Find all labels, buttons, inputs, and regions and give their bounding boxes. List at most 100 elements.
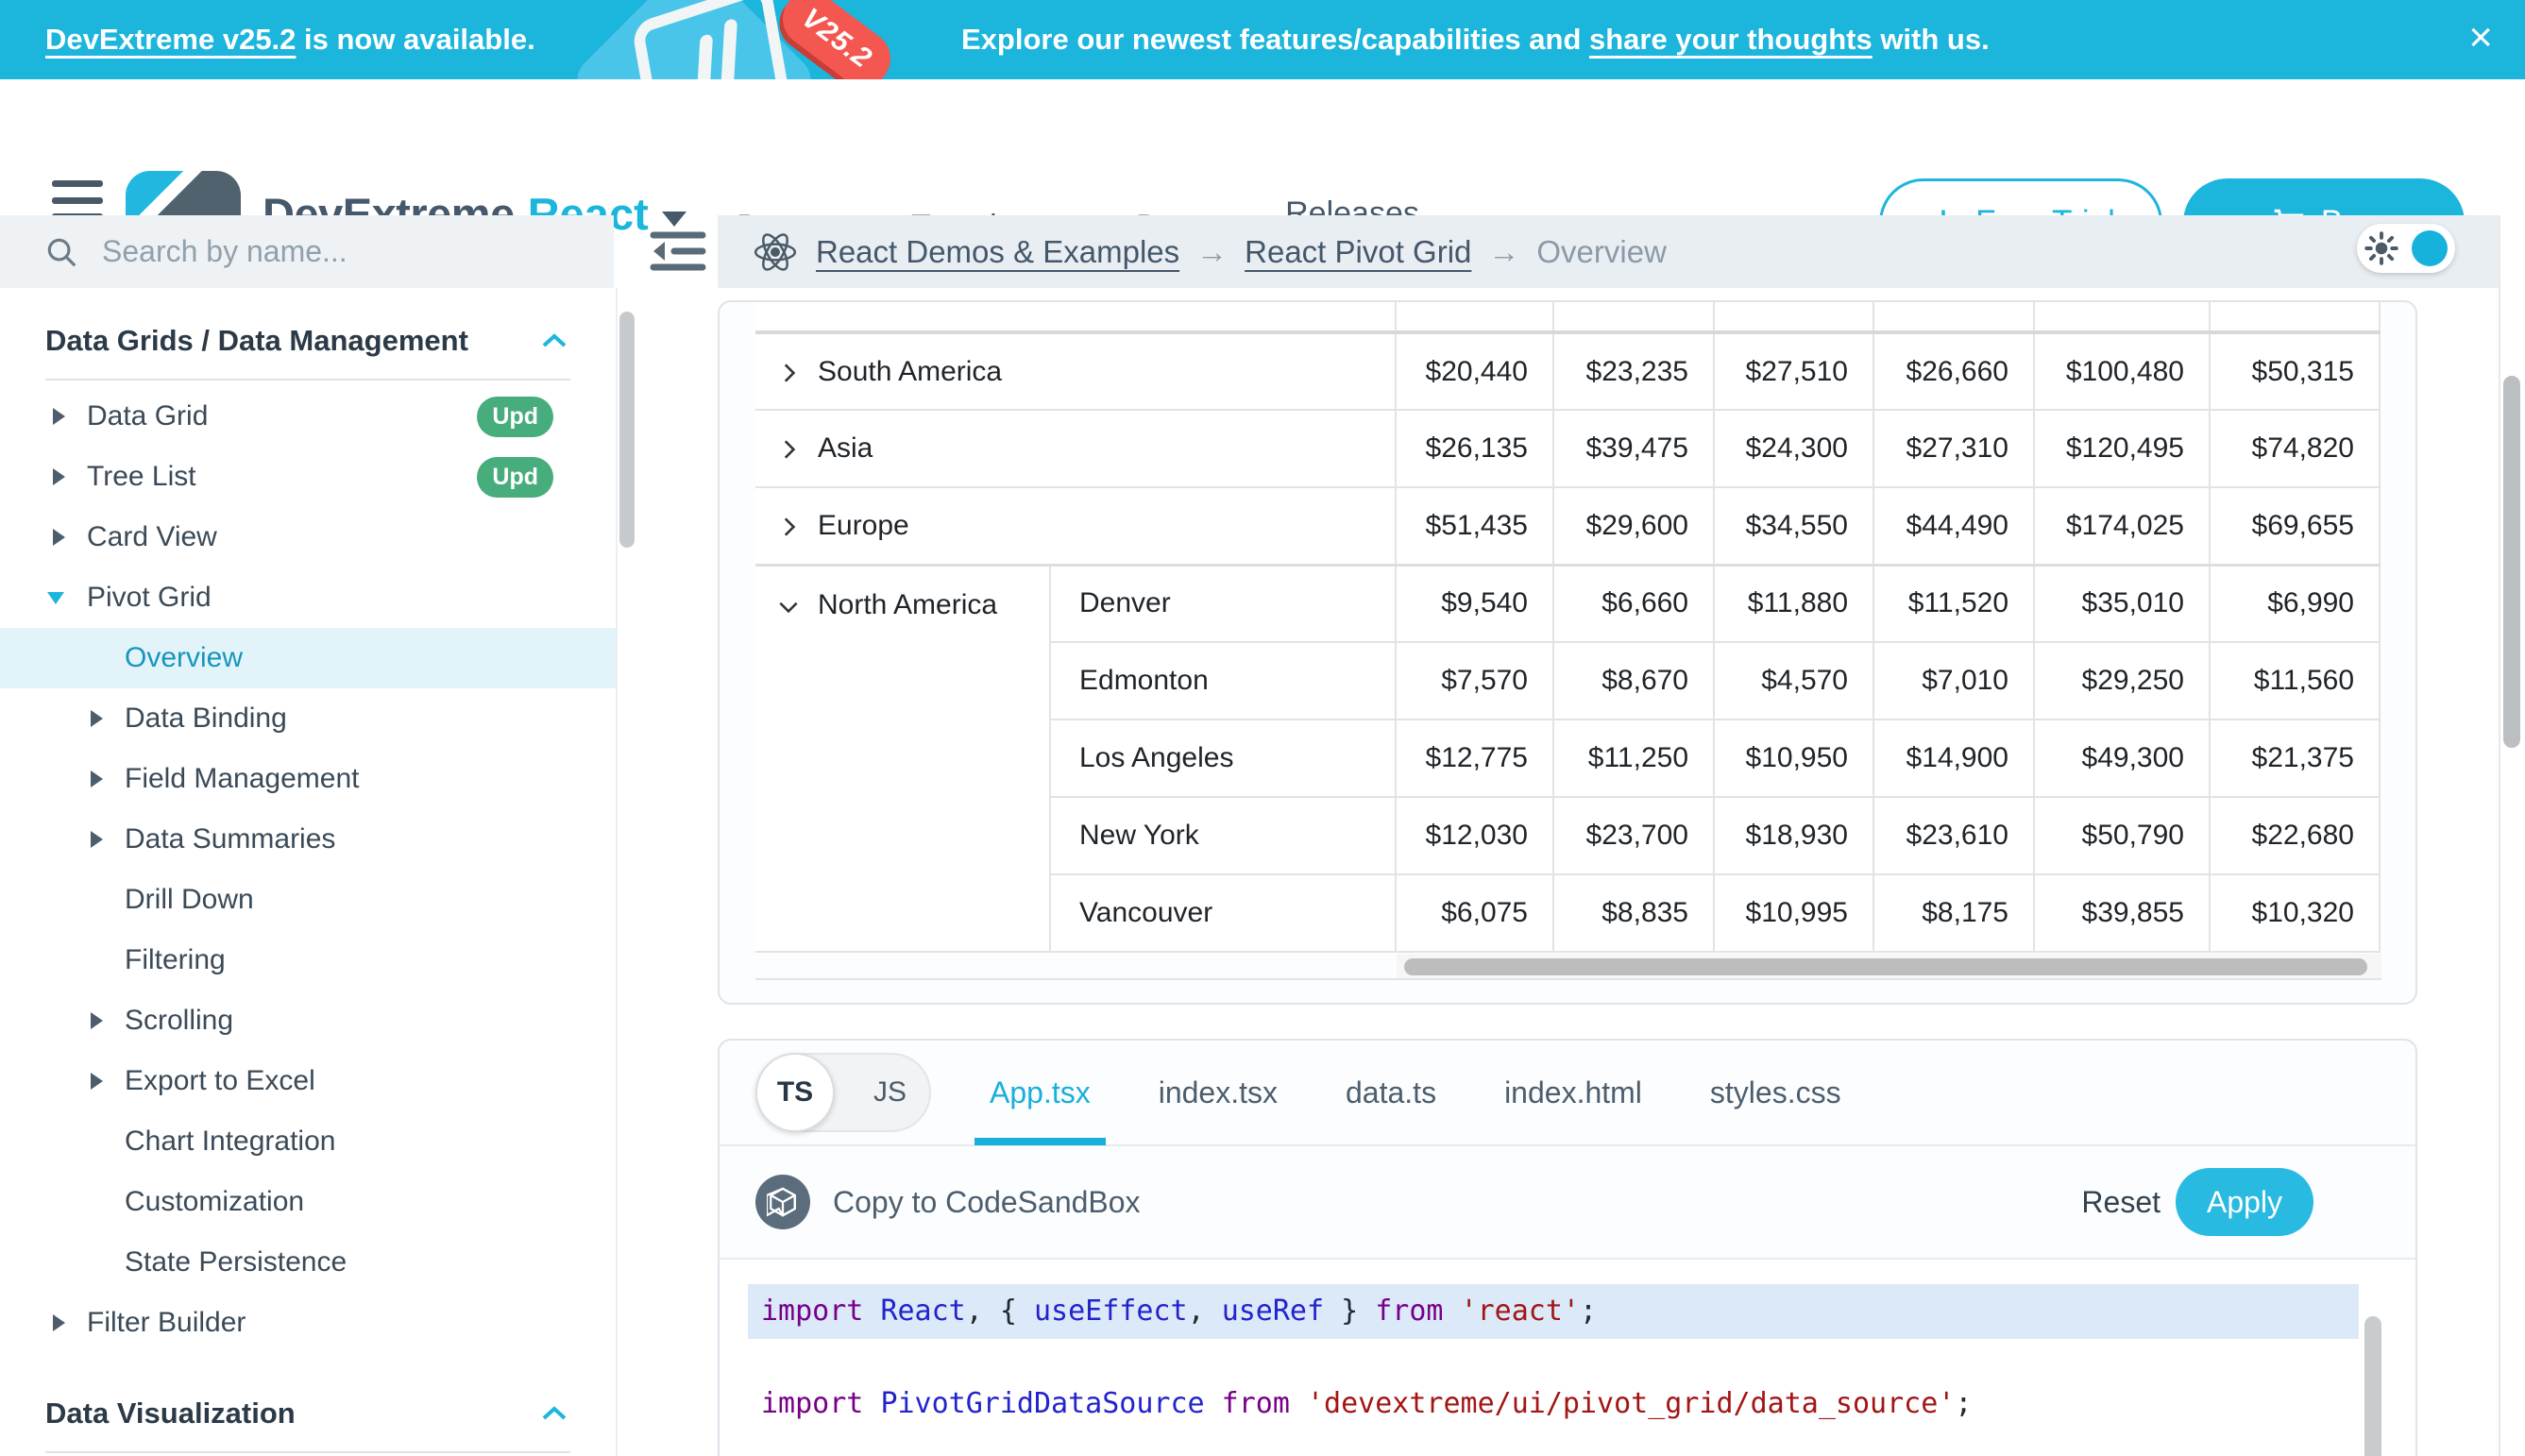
code-editor[interactable]: import React, { useEffect, useRef } from… [720,1260,2415,1456]
pivot-cell[interactable]: $23,610 [1873,797,2034,874]
code-scrollbar[interactable] [2364,1316,2381,1456]
sidebar-item-filtering[interactable]: Filtering [0,930,616,990]
banner-close-icon[interactable]: × [2468,0,2493,79]
search-input[interactable] [100,233,595,270]
pivot-cell[interactable]: $29,600 [1553,487,1714,565]
sidebar-item-data-binding[interactable]: Data Binding [0,688,616,749]
theme-toggle-knob[interactable] [2412,230,2448,266]
sidebar-item-pivot-grid[interactable]: Pivot Grid [0,567,616,628]
tab-styles-css[interactable]: styles.css [1710,1040,1841,1145]
pivot-cell[interactable]: $39,855 [2034,874,2210,952]
tab-data-ts[interactable]: data.ts [1346,1040,1436,1145]
pivot-cell[interactable]: $11,560 [2210,642,2380,720]
pivot-cell[interactable]: $26,660 [1873,332,2034,410]
pivot-cell[interactable]: $7,010 [1873,642,2034,720]
pivot-cell[interactable]: $4,570 [1714,642,1873,720]
pivot-cell[interactable]: $23,235 [1553,332,1714,410]
pivot-horizontal-scrollbar[interactable] [1404,958,2367,975]
pivot-cell[interactable]: $27,310 [1873,410,2034,487]
pivot-cell[interactable]: $174,025 [2034,487,2210,565]
sidebar-item-field-management[interactable]: Field Management [0,749,616,809]
pivot-cell[interactable]: $74,820 [2210,410,2380,487]
pivot-cell[interactable]: $69,655 [2210,487,2380,565]
language-toggle-js-label[interactable]: JS [873,1076,907,1109]
pivot-row-label[interactable]: New York [1050,797,1396,874]
pivot-cell[interactable]: $10,995 [1714,874,1873,952]
pivot-cell[interactable]: $44,490 [1873,487,2034,565]
pivot-cell[interactable]: $12,030 [1396,797,1553,874]
pivot-cell[interactable]: $35,010 [2034,565,2210,642]
pivot-cell[interactable]: $21,375 [2210,720,2380,797]
pivot-cell[interactable]: $14,900 [1873,720,2034,797]
pivot-cell[interactable]: $51,435 [1396,487,1553,565]
tab-app-tsx[interactable]: App.tsx [990,1040,1091,1145]
pivot-cell[interactable]: $24,300 [1714,410,1873,487]
sidebar-search[interactable] [0,215,614,288]
copy-to-codesandbox-button[interactable]: Copy to CodeSandBox [755,1175,1141,1229]
pivot-cell[interactable]: $6,075 [1396,874,1553,952]
pivot-cell[interactable]: $9,540 [1396,565,1553,642]
sidebar-item-drill-down[interactable]: Drill Down [0,870,616,930]
pivot-cell[interactable]: $49,300 [2034,720,2210,797]
sidebar-item-overview[interactable]: Overview [0,628,616,688]
sidebar-item-state-persistence[interactable]: State Persistence [0,1232,616,1293]
tab-index-html[interactable]: index.html [1504,1040,1642,1145]
language-toggle[interactable]: TS JS [755,1053,931,1132]
pivot-cell[interactable]: $34,550 [1714,487,1873,565]
sidebar-item-card-view[interactable]: Card View [0,507,616,567]
pivot-cell[interactable]: $10,950 [1714,720,1873,797]
pivot-cell[interactable]: $23,700 [1553,797,1714,874]
apply-button[interactable]: Apply [2176,1168,2313,1236]
pivot-row-label[interactable]: Denver [1050,565,1396,642]
pivot-row-label[interactable]: Vancouver [1050,874,1396,952]
pivot-row-label[interactable]: Edmonton [1050,642,1396,720]
breadcrumb-pivotgrid-link[interactable]: React Pivot Grid [1245,234,1471,270]
expand-row-cell[interactable]: South America [755,332,1396,410]
pivot-cell[interactable]: $8,175 [1873,874,2034,952]
share-thoughts-link[interactable]: share your thoughts [1589,23,1873,56]
pivot-cell[interactable]: $29,250 [2034,642,2210,720]
expand-row-cell[interactable]: Europe [755,487,1396,565]
pivot-cell[interactable]: $8,670 [1553,642,1714,720]
pivot-cell[interactable]: $7,570 [1396,642,1553,720]
pivot-row-label[interactable]: Los Angeles [1050,720,1396,797]
sidebar-item-data-grid[interactable]: Data GridUpd [0,386,616,447]
theme-toggle[interactable] [2357,224,2455,273]
pivot-cell[interactable]: $100,480 [2034,332,2210,410]
sidebar-scrollbar[interactable] [619,312,635,548]
hamburger-menu-icon[interactable] [52,180,103,220]
sidebar-section-data-visualization[interactable]: Data Visualization [0,1376,616,1451]
pivot-cell[interactable]: $39,475 [1553,410,1714,487]
pivot-cell[interactable]: $6,660 [1553,565,1714,642]
pivot-cell[interactable]: $18,930 [1714,797,1873,874]
sidebar-item-data-summaries[interactable]: Data Summaries [0,809,616,870]
pivot-cell[interactable]: $22,680 [2210,797,2380,874]
sidebar-item-customization[interactable]: Customization [0,1172,616,1232]
pivot-cell[interactable]: $10,320 [2210,874,2380,952]
sidebar-item-tree-list[interactable]: Tree ListUpd [0,447,616,507]
pivot-cell[interactable]: $11,520 [1873,565,2034,642]
sidebar-collapse-button[interactable] [650,229,706,273]
pivot-cell[interactable]: $8,835 [1553,874,1714,952]
sidebar-item-export-to-excel[interactable]: Export to Excel [0,1051,616,1111]
pivot-cell[interactable]: $11,880 [1714,565,1873,642]
pivot-cell[interactable]: $120,495 [2034,410,2210,487]
sidebar-item-filter-builder[interactable]: Filter Builder [0,1293,616,1353]
pivot-cell[interactable]: $6,990 [2210,565,2380,642]
pivot-cell[interactable]: $20,440 [1396,332,1553,410]
pivot-cell[interactable]: $50,315 [2210,332,2380,410]
tab-index-tsx[interactable]: index.tsx [1159,1040,1278,1145]
breadcrumb-demos-link[interactable]: React Demos & Examples [816,234,1179,270]
expand-row-cell[interactable]: Asia [755,410,1396,487]
reset-button[interactable]: Reset [2081,1185,2161,1220]
pivot-cell[interactable]: $12,775 [1396,720,1553,797]
sidebar-section-data-grids[interactable]: Data Grids / Data Management [0,303,616,379]
pivot-cell[interactable]: $27,510 [1714,332,1873,410]
pivot-cell[interactable]: $50,790 [2034,797,2210,874]
banner-version-link[interactable]: DevExtreme v25.2 [45,23,296,56]
sidebar-item-scrolling[interactable]: Scrolling [0,990,616,1051]
language-toggle-knob[interactable]: TS [755,1053,835,1132]
framework-caret-icon[interactable] [662,212,686,227]
sidebar-item-chart-integration[interactable]: Chart Integration [0,1111,616,1172]
collapse-group-cell[interactable]: North America [755,565,1050,952]
